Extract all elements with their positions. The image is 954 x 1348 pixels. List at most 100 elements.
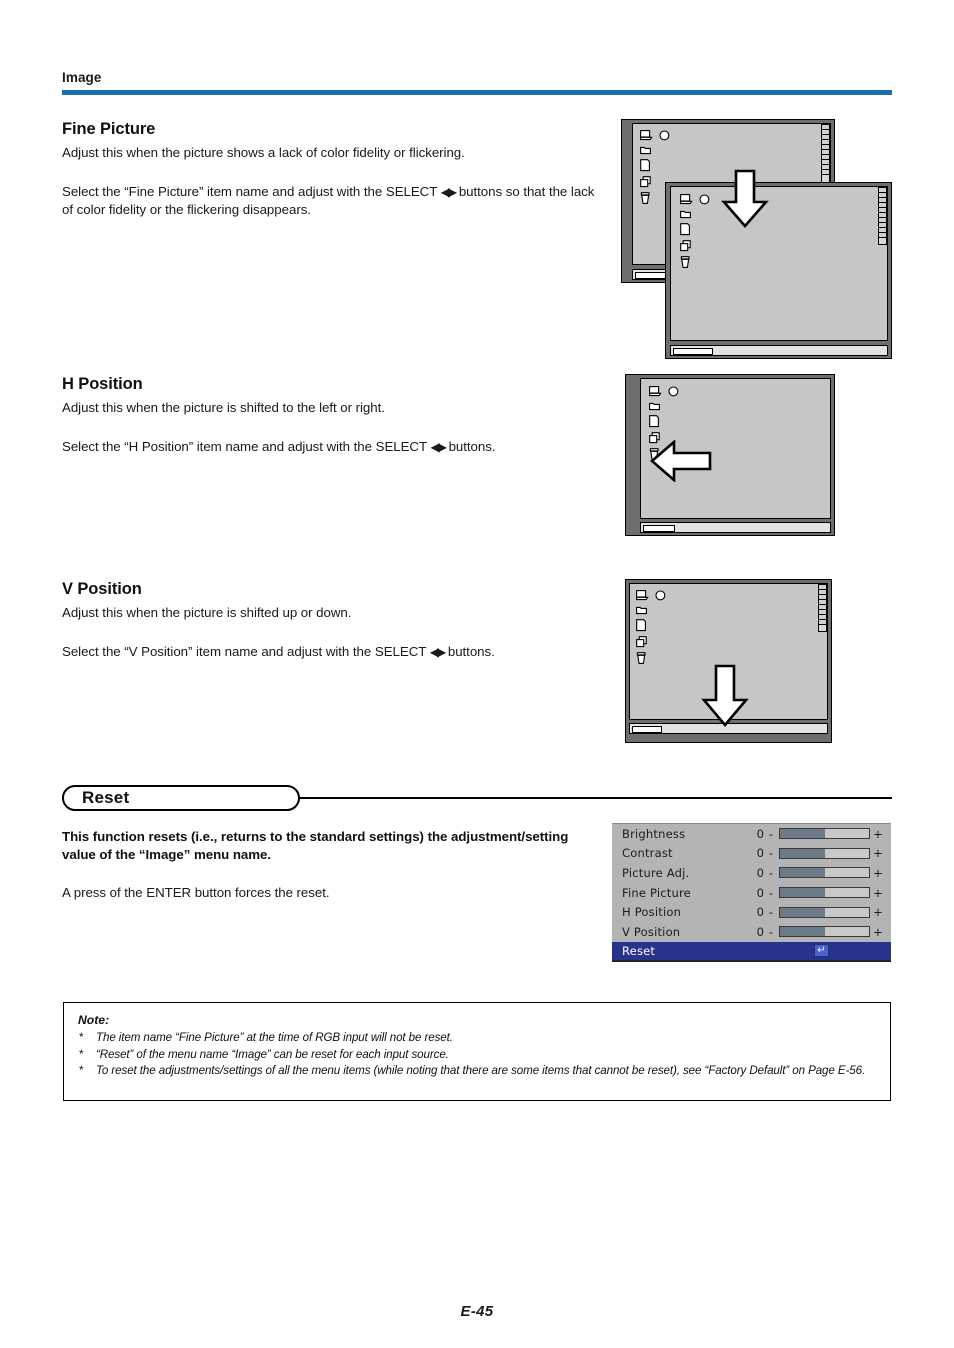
osd-row-label: H Position (622, 905, 682, 920)
osd-row-v-position[interactable]: V Position 0 - + (612, 922, 891, 942)
note-item-text: To reset the adjustments/settings of all… (96, 1064, 866, 1077)
section-h-position: H Position Adjust this when the picture … (62, 374, 602, 456)
osd-row-brightness[interactable]: Brightness 0 - + (612, 824, 891, 844)
osd-row-value: 0 (756, 924, 764, 939)
horizontal-scrollbar[interactable] (670, 345, 888, 356)
reset-section-body: This function resets (i.e., returns to t… (62, 828, 582, 902)
section-fine-picture: Fine Picture Adjust this when the pictur… (62, 119, 602, 219)
select-arrows-icon: ◀▶ (440, 184, 458, 199)
decrease-icon[interactable]: - (764, 846, 778, 860)
copy-icon (636, 636, 647, 648)
osd-slider-track[interactable] (779, 828, 870, 840)
note-bullet-icon: * (79, 1047, 84, 1061)
osd-row-contrast[interactable]: Contrast 0 - + (612, 844, 891, 864)
heading-label: Reset (82, 788, 130, 807)
note-bullet-icon: * (79, 1031, 84, 1044)
osd-row-h-position[interactable]: H Position 0 - + (612, 902, 891, 922)
page-footer: E-45 (0, 1303, 954, 1320)
decrease-icon[interactable]: - (764, 925, 778, 939)
scrollbar-thumb[interactable] (672, 347, 713, 355)
circle-icon (699, 194, 710, 205)
decrease-icon[interactable]: - (764, 866, 778, 880)
osd-row-value: 0 (756, 846, 764, 861)
figure-h-position (625, 374, 835, 536)
folder-icon (636, 606, 647, 615)
osd-row-label: V Position (622, 924, 681, 939)
down-arrow-icon (701, 664, 749, 728)
osd-row-label: Fine Picture (622, 885, 691, 900)
copy-icon (640, 176, 651, 188)
note-bullet-icon: * (79, 1064, 84, 1077)
trash-icon (680, 256, 690, 268)
osd-row-value: 0 (756, 905, 764, 920)
page-number: E-45 (460, 1303, 494, 1320)
osd-slider-track[interactable] (779, 867, 870, 879)
circle-icon (655, 590, 666, 601)
decrease-icon[interactable]: - (764, 827, 778, 841)
vertical-scrollbar[interactable] (878, 187, 887, 245)
circle-icon (659, 130, 670, 141)
document-icon (680, 223, 690, 236)
enter-key-icon[interactable]: ↵ (814, 944, 829, 958)
osd-slider-fill (780, 868, 825, 878)
osd-row-picture-adj[interactable]: Picture Adj. 0 - + (612, 863, 891, 883)
decrease-icon[interactable]: - (764, 905, 778, 919)
document-icon (640, 159, 650, 172)
scrollbar-thumb[interactable] (642, 524, 675, 532)
note-item: * To reset the adjustments/settings of al… (78, 1063, 878, 1079)
trash-icon (640, 192, 650, 204)
computer-icon (649, 386, 662, 397)
osd-slider-track[interactable] (779, 847, 870, 859)
section-v-position: V Position Adjust this when the picture … (62, 579, 602, 661)
select-text-before: Select the “H Position” item name and ad… (62, 438, 431, 454)
section-paragraph-2: Select the “Fine Picture” item name and … (62, 183, 602, 219)
desktop-window-front (665, 182, 892, 359)
figure-v-position (625, 579, 832, 743)
increase-icon[interactable]: + (871, 846, 885, 860)
osd-slider-fill (780, 888, 825, 898)
osd-slider-fill (780, 848, 825, 858)
note-title: Note: (78, 1013, 110, 1027)
osd-row-reset-selected[interactable]: Reset ↵ (612, 941, 891, 962)
section-title: H Position (62, 375, 143, 393)
circle-icon (668, 386, 679, 397)
section-paragraph-2: Select the “V Position” item name and ad… (62, 643, 602, 662)
increase-icon[interactable]: + (871, 905, 885, 919)
note-item-text: The item name “Fine Picture” at the time… (96, 1031, 453, 1044)
folder-icon (649, 402, 660, 411)
osd-row-value: 0 (756, 865, 764, 880)
vertical-scrollbar[interactable] (818, 584, 827, 632)
reset-paragraph-enter: A press of the ENTER button forces the r… (62, 885, 330, 900)
figure-fine-picture (617, 119, 892, 359)
folder-icon (640, 146, 651, 155)
osd-slider-fill (780, 927, 825, 937)
note-box: Note: * The item name “Fine Picture” at t… (63, 1002, 891, 1101)
section-title: V Position (62, 580, 142, 598)
increase-icon[interactable]: + (871, 827, 885, 841)
document-icon (636, 619, 646, 632)
running-head-label: Image (62, 70, 102, 85)
section-paragraph-1: Adjust this when the picture is shifted … (62, 605, 352, 620)
scrollbar-thumb[interactable] (631, 725, 662, 733)
select-text-before: Select the “V Position” item name and ad… (62, 643, 430, 659)
osd-row-value: 0 (756, 885, 764, 900)
horizontal-scrollbar[interactable] (640, 522, 831, 533)
section-paragraph-1: Adjust this when the picture shows a lac… (62, 145, 465, 160)
header-rule (62, 90, 892, 95)
down-arrow-icon (721, 169, 769, 228)
vertical-scrollbar[interactable] (821, 124, 830, 184)
increase-icon[interactable]: + (871, 925, 885, 939)
section-title: Fine Picture (62, 120, 156, 138)
decrease-icon[interactable]: - (764, 886, 778, 900)
osd-slider-track[interactable] (779, 906, 870, 918)
select-text-after: buttons. (444, 643, 495, 659)
osd-row-fine-picture[interactable]: Fine Picture 0 - + (612, 883, 891, 903)
increase-icon[interactable]: + (871, 866, 885, 880)
select-text-before: Select the “Fine Picture” item name and … (62, 183, 441, 199)
osd-slider-track[interactable] (779, 926, 870, 938)
increase-icon[interactable]: + (871, 886, 885, 900)
note-list: * The item name “Fine Picture” at the tim… (78, 1030, 878, 1079)
heading-rule (298, 797, 892, 799)
osd-slider-track[interactable] (779, 887, 870, 899)
window-content-area (670, 186, 888, 341)
